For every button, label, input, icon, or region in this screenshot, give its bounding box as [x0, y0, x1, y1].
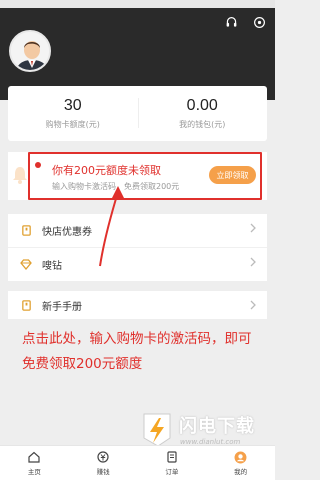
menu-item-diamond[interactable]: 嗖钻: [8, 247, 267, 280]
home-icon: [27, 450, 41, 464]
tab-orders[interactable]: 订单: [138, 446, 207, 480]
money-icon: [96, 450, 110, 464]
coupon-icon: [20, 225, 32, 237]
guide-icon: [20, 299, 32, 311]
wallet-balance[interactable]: 0.00 我的钱包(元): [137, 86, 268, 141]
settings-icon[interactable]: [251, 14, 267, 30]
notification-dot: [35, 162, 41, 168]
menu-item-coupons[interactable]: 快店优惠券: [8, 214, 267, 247]
menu-group: 新手手册: [8, 291, 267, 319]
account-stats-card: 30 购物卡额度(元) 0.00 我的钱包(元): [8, 86, 267, 141]
bottom-tab-bar: 主页 赚钱 订单 我的: [0, 445, 275, 480]
annotation-text: 点击此处，输入购物卡的激活码，即可免费领取200元额度: [22, 331, 252, 372]
profile-icon: [234, 450, 248, 464]
shopping-card-balance[interactable]: 30 购物卡额度(元): [8, 86, 138, 141]
tab-earn[interactable]: 赚钱: [69, 446, 138, 480]
stat-value: 30: [63, 97, 82, 114]
menu-item-guide[interactable]: 新手手册: [8, 291, 267, 319]
tab-label: 赚钱: [96, 468, 110, 476]
stat-label: 我的钱包(元): [179, 120, 226, 129]
watermark-name: 闪电下载: [179, 416, 255, 437]
status-strip: [0, 0, 275, 8]
tab-home[interactable]: 主页: [0, 446, 69, 480]
avatar[interactable]: [9, 30, 51, 72]
bell-icon: [13, 167, 27, 184]
tab-profile[interactable]: 我的: [206, 446, 275, 480]
menu-label: 快店优惠券: [42, 227, 92, 238]
promo-title: 你有200元额度未领取: [52, 164, 161, 177]
chevron-right-icon: [250, 223, 256, 233]
chevron-right-icon: [250, 257, 256, 267]
headset-icon[interactable]: [223, 14, 239, 30]
menu-label: 嗖钻: [42, 260, 62, 272]
claim-now-button[interactable]: 立即领取: [209, 166, 256, 184]
tab-label: 订单: [165, 468, 179, 476]
chevron-right-icon: [250, 300, 256, 310]
promo-subtitle: 输入购物卡激活码，免费领取200元: [52, 182, 180, 191]
diamond-icon: [20, 258, 32, 270]
lightning-logo-icon: [143, 413, 171, 447]
order-icon: [165, 450, 179, 464]
tab-label: 主页: [27, 468, 41, 476]
stat-label: 购物卡额度(元): [45, 120, 100, 129]
menu-label: 新手手册: [42, 301, 82, 313]
menu-group: 快店优惠券 嗖钻: [8, 214, 267, 281]
tab-label: 我的: [234, 468, 248, 476]
header-actions: [223, 14, 267, 30]
stat-value: 0.00: [186, 97, 218, 114]
